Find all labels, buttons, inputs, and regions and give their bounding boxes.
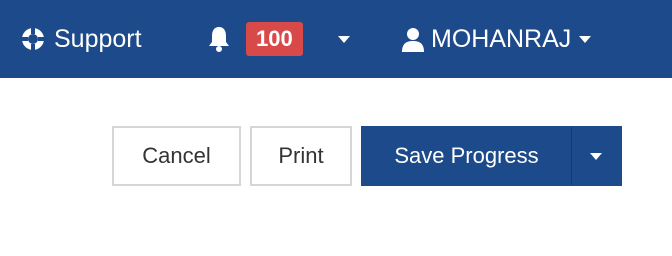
save-progress-label: Save Progress (394, 143, 539, 168)
notification-count-badge: 100 (246, 22, 303, 56)
username: MOHANRAJ (431, 24, 572, 53)
life-ring-icon (22, 28, 44, 50)
print-label: Print (278, 143, 324, 168)
support-link[interactable]: Support (20, 0, 142, 78)
cancel-button[interactable]: Cancel (112, 126, 241, 186)
top-navbar: Support 100 MOHANRAJ (0, 0, 672, 78)
caret-down-icon (590, 152, 602, 160)
support-label: Support (54, 24, 142, 53)
cancel-label: Cancel (142, 143, 211, 168)
user-icon (402, 28, 424, 52)
save-progress-dropdown-toggle[interactable] (571, 126, 622, 186)
notifications-dropdown-toggle[interactable] (338, 0, 350, 78)
bell-icon (209, 27, 229, 52)
print-button[interactable]: Print (250, 126, 352, 186)
save-progress-button[interactable]: Save Progress (361, 126, 572, 186)
notifications-button[interactable]: 100 (206, 0, 303, 78)
user-menu[interactable]: MOHANRAJ (401, 0, 592, 78)
caret-down-icon (579, 35, 592, 43)
caret-down-icon (338, 35, 350, 43)
